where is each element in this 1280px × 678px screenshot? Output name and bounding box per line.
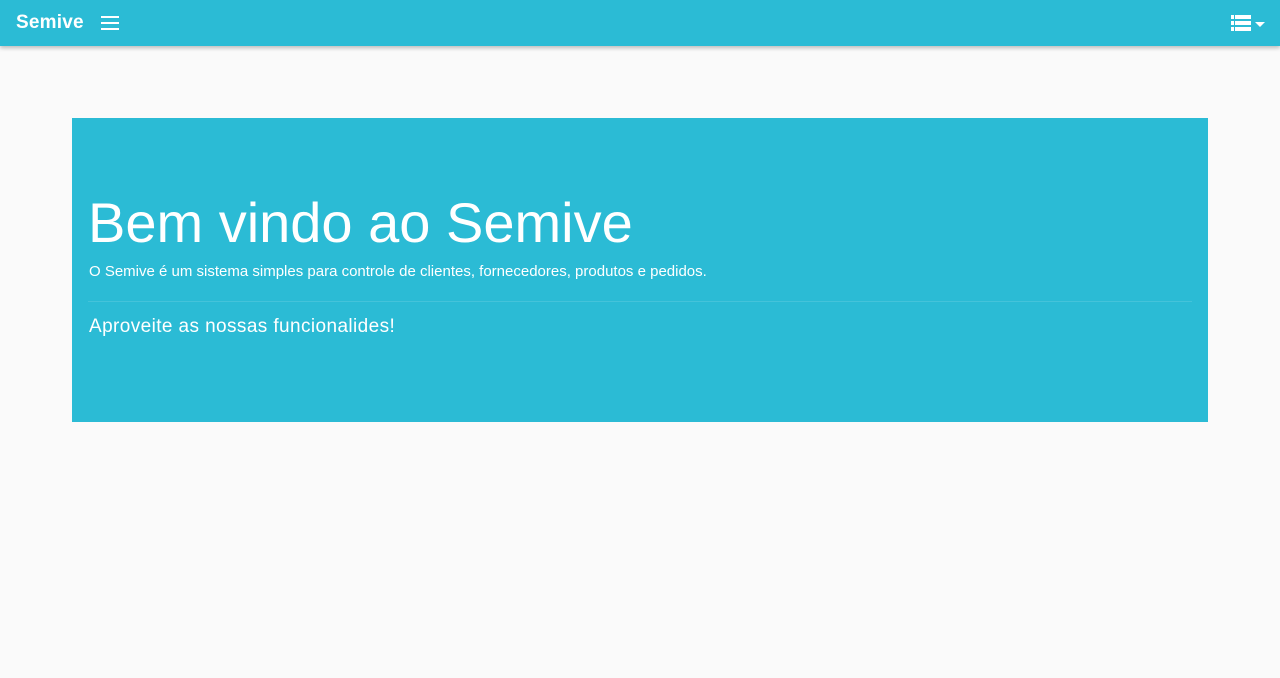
list-icon-row	[1231, 21, 1251, 25]
hamburger-line	[100, 22, 119, 24]
top-navbar: Semive	[0, 0, 1280, 46]
hamburger-line	[100, 16, 119, 18]
divider	[88, 301, 1192, 302]
user-dropdown-toggle[interactable]	[1231, 15, 1265, 31]
welcome-description: O Semive é um sistema simples para contr…	[89, 263, 707, 280]
hamburger-line	[100, 28, 119, 30]
welcome-subtitle: Aproveite as nossas funcionalides!	[89, 316, 396, 337]
list-view-icon	[1231, 15, 1251, 31]
brand-link[interactable]: Semive	[16, 12, 84, 34]
welcome-title: Bem vindo ao Semive	[88, 191, 633, 254]
welcome-jumbotron: Bem vindo ao Semive O Semive é um sistem…	[72, 118, 1208, 422]
list-icon-row	[1231, 15, 1251, 19]
caret-down-icon	[1255, 21, 1265, 27]
list-icon-row	[1231, 27, 1251, 31]
hamburger-menu-icon[interactable]	[100, 16, 119, 30]
